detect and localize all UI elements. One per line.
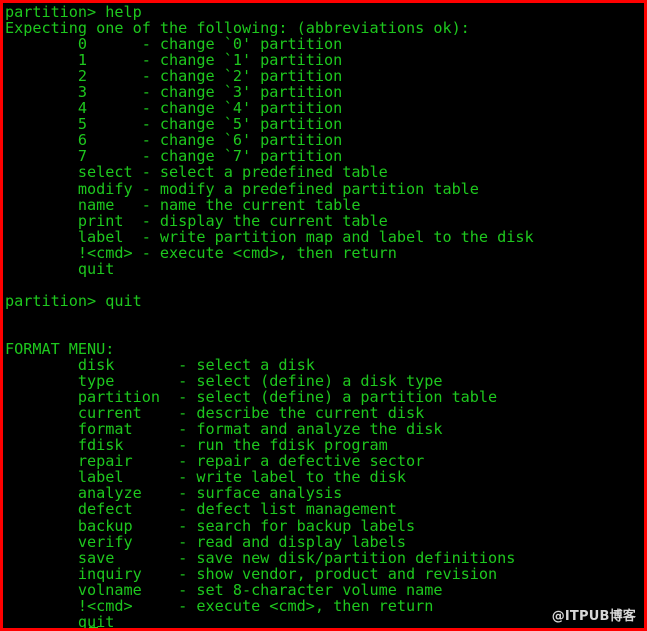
terminal-line: 0 - change `0' partition: [5, 35, 343, 54]
terminal-line: volname - set 8-character volume name: [5, 580, 443, 599]
terminal-line: 3 - change `3' partition: [5, 83, 343, 102]
terminal-line: Expecting one of the following: (abbrevi…: [5, 19, 470, 38]
terminal-line: backup - search for backup labels: [5, 516, 416, 535]
terminal-line: name - name the current table: [5, 195, 361, 214]
terminal-line: select - select a predefined table: [5, 163, 388, 182]
terminal-line: quit: [5, 612, 115, 628]
terminal-line: 6 - change `6' partition: [5, 131, 343, 150]
terminal-line: partition> help: [5, 3, 142, 21]
terminal-line: 5 - change `5' partition: [5, 115, 343, 134]
terminal-output-area[interactable]: partition> help Expecting one of the foll…: [3, 3, 644, 628]
terminal-line: repair - repair a defective sector: [5, 452, 425, 471]
terminal-line: partition> quit: [5, 291, 142, 310]
terminal-line: !<cmd> - execute <cmd>, then return: [5, 243, 397, 262]
terminal-window[interactable]: partition> help Expecting one of the foll…: [0, 0, 647, 631]
terminal-line: quit: [5, 259, 115, 278]
terminal-line: disk - select a disk: [5, 356, 315, 375]
terminal-line: current - describe the current disk: [5, 404, 425, 423]
terminal-line: !<cmd> - execute <cmd>, then return: [5, 596, 434, 615]
terminal-line: analyze - surface analysis: [5, 484, 343, 503]
terminal-line: print - display the current table: [5, 211, 388, 230]
terminal-line: inquiry - show vendor, product and revis…: [5, 564, 498, 583]
terminal-line: save - save new disk/partition definitio…: [5, 548, 516, 567]
terminal-line: partition - select (define) a partition …: [5, 388, 498, 407]
terminal-line: modify - modify a predefined partition t…: [5, 179, 479, 198]
terminal-line: 4 - change `4' partition: [5, 99, 343, 118]
terminal-line: 7 - change `7' partition: [5, 147, 343, 166]
terminal-line: format - format and analyze the disk: [5, 420, 443, 439]
terminal-line: 2 - change `2' partition: [5, 67, 343, 86]
terminal-line: defect - defect list management: [5, 500, 397, 519]
terminal-line: FORMAT MENU:: [5, 339, 115, 358]
terminal-line: 1 - change `1' partition: [5, 51, 343, 70]
terminal-line: fdisk - run the fdisk program: [5, 436, 388, 455]
terminal-line: verify - read and display labels: [5, 532, 407, 551]
terminal-line: label - write partition map and label to…: [5, 227, 534, 246]
terminal-line: label - write label to the disk: [5, 468, 407, 487]
terminal-line: type - select (define) a disk type: [5, 372, 443, 391]
text-cursor: [89, 627, 98, 628]
